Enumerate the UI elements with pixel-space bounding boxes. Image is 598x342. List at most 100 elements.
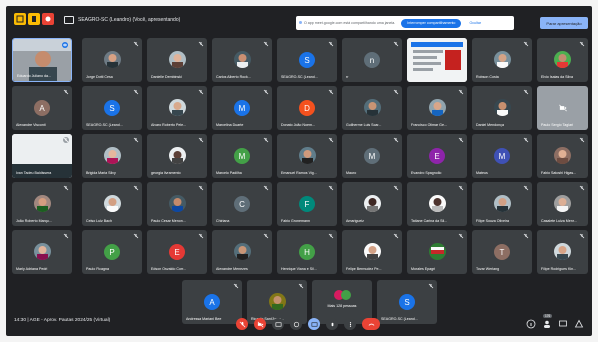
mic-off-icon	[198, 233, 204, 239]
participant-name: SEAGRO-SC (Leand...	[86, 123, 123, 127]
hide-banner-link[interactable]: Ocultar	[469, 21, 481, 25]
avatar	[554, 243, 571, 260]
avatar	[341, 290, 351, 300]
participant-tile[interactable]: Ivan Tadeu Baldissera	[12, 134, 72, 178]
avatar: M	[234, 100, 250, 116]
participant-tile[interactable]: C Chiriana	[212, 182, 272, 226]
participant-tile[interactable]: Carlos Alberto Rock...	[212, 38, 272, 82]
raise-hand-button[interactable]	[326, 318, 338, 330]
avatar	[363, 243, 381, 260]
participant-tile[interactable]: Paulo Sergio Taglari	[537, 86, 588, 130]
share-indicator-icon	[299, 21, 302, 24]
participant-tile[interactable]: M Marcelo Padilha	[212, 134, 272, 178]
grid-row-2: A Alexandre Visconti S SEAGRO-SC (Leand.…	[10, 86, 590, 130]
people-button[interactable]: 176	[542, 314, 553, 329]
participant-tile[interactable]: Emanuel Ramos Vig...	[277, 134, 337, 178]
mic-off-icon	[63, 185, 69, 191]
camera-toggle-button[interactable]	[254, 318, 266, 330]
avatar: P	[104, 244, 120, 260]
participant-tile[interactable]: Celso Luiz Bach	[82, 182, 142, 226]
meeting-details-button[interactable]	[526, 319, 536, 329]
participant-tile[interactable]: Alexandre Menezes	[212, 230, 272, 274]
participant-tile[interactable]: João Roberto Marqu...	[12, 182, 72, 226]
participant-tile[interactable]: H Henrique Viana e Sil...	[277, 230, 337, 274]
stop-presenting-button[interactable]: Parar apresentação	[540, 17, 588, 29]
participant-tile[interactable]: A Alexandre Visconti	[12, 86, 72, 130]
pin-button[interactable]	[28, 13, 40, 25]
participant-tile[interactable]: S SEAGRO-SC (Leand...	[82, 86, 142, 130]
avatar: S	[399, 294, 415, 310]
top-bar: SEAGRO-SC (Leandro) (Você, apresentando)…	[6, 6, 592, 34]
avatar	[168, 147, 186, 164]
record-button[interactable]	[42, 13, 54, 25]
mic-off-icon	[458, 233, 464, 239]
chat-button[interactable]	[558, 319, 568, 329]
participant-tile[interactable]: Jorge Dotti Cesa	[82, 38, 142, 82]
participant-tile[interactable]: E Edson Osvaldo Corr...	[147, 230, 207, 274]
share-banner-text: O app meet.google.com está compartilhand…	[304, 21, 396, 25]
participant-tile[interactable]: F Fabio Gronemann	[277, 182, 337, 226]
layout-button[interactable]	[14, 13, 26, 25]
more-options-button[interactable]	[344, 318, 356, 330]
participant-tile[interactable]: M Marcelina Duarte	[212, 86, 272, 130]
participant-tile[interactable]: Morales Epagri	[407, 230, 467, 274]
avatar: M	[364, 148, 380, 164]
participant-tile[interactable]: Brigida Maria Silvy	[82, 134, 142, 178]
participant-tile[interactable]: georgia livramento	[147, 134, 207, 178]
reactions-button[interactable]	[290, 318, 302, 330]
participant-tile[interactable]: Robson Costa	[472, 38, 532, 82]
avatar	[428, 195, 446, 212]
participant-tile[interactable]: Felipe Bermudez Pe...	[342, 230, 402, 274]
participant-name: Fabio Gronemann	[281, 219, 310, 223]
participant-tile[interactable]: n rr	[342, 38, 402, 82]
present-button[interactable]	[308, 318, 320, 330]
participant-name: Brigida Maria Silvy	[86, 171, 116, 175]
mic-off-icon	[579, 41, 585, 47]
captions-icon	[275, 321, 281, 327]
participant-tile[interactable]: Paulo Cesar Menon...	[147, 182, 207, 226]
mic-off-icon	[63, 89, 69, 95]
activities-button[interactable]	[574, 319, 584, 329]
participant-tile[interactable]: Danielle Dembinski	[147, 38, 207, 82]
more-vert-icon	[349, 321, 351, 327]
participant-tile[interactable]: Elvio Isaias da Silva	[537, 38, 588, 82]
participant-tile[interactable]: Casalete Luiza Menr...	[537, 182, 588, 226]
participant-tile[interactable]: Fabio Satoshi Higas...	[537, 134, 588, 178]
participant-tile[interactable]: M Mauro	[342, 134, 402, 178]
participant-tile[interactable]: Filipe Rodrigues Kin...	[537, 230, 588, 274]
participant-tile[interactable]: S SEAGRO-SC (Leand...	[277, 38, 337, 82]
participant-tile[interactable]: Francisco Olimar Ge...	[407, 86, 467, 130]
participant-tile[interactable]: E Evandro Spagnollo	[407, 134, 467, 178]
participant-tile[interactable]: Amarigueiz	[342, 182, 402, 226]
avatar	[168, 99, 186, 116]
participant-tile[interactable]: D Donato João Noem...	[277, 86, 337, 130]
presentation-tile[interactable]	[407, 38, 467, 82]
stop-sharing-button[interactable]: Interromper compartilhamento	[401, 18, 462, 28]
participant-name: Daniel Mendonça	[476, 123, 504, 127]
avatar	[298, 147, 316, 164]
mic-toggle-button[interactable]	[236, 318, 248, 330]
mic-off-icon	[328, 41, 334, 47]
participant-name: Paulo Ficagna	[86, 267, 109, 271]
participant-tile[interactable]: M Mateus	[472, 134, 532, 178]
participant-tile[interactable]: P Paulo Ficagna	[82, 230, 142, 274]
mic-off-icon	[133, 137, 139, 143]
bottom-bar: 14:30 | AGE - Aprov. Pautas 2024/25 (Vir…	[6, 310, 592, 336]
participant-tile[interactable]: Filipe Souza Oliveira	[472, 182, 532, 226]
participant-tile[interactable]: T Tovar Werlang	[472, 230, 532, 274]
participant-tile[interactable]: Tatiane Carina da Sil...	[407, 182, 467, 226]
participant-tile[interactable]: Marly Adriana Pedri	[12, 230, 72, 274]
participant-name: Elvio Isaias da Silva	[541, 75, 573, 79]
participant-name: Edson Osvaldo Corr...	[151, 267, 187, 271]
mic-off-icon	[328, 137, 334, 143]
participant-tile[interactable]: Daniel Mendonça	[472, 86, 532, 130]
avatar	[493, 195, 511, 212]
participant-name: Marly Adriana Pedri	[16, 267, 48, 271]
participant-tile[interactable]: Guilherme Luis Scar...	[342, 86, 402, 130]
participant-tile[interactable]: Eduardo Juliano da...	[12, 38, 72, 82]
mic-off-icon	[393, 233, 399, 239]
emoji-icon	[293, 321, 299, 327]
captions-button[interactable]	[272, 318, 284, 330]
participant-tile[interactable]: Alvaro Roberto Pele...	[147, 86, 207, 130]
leave-call-button[interactable]	[362, 318, 380, 330]
